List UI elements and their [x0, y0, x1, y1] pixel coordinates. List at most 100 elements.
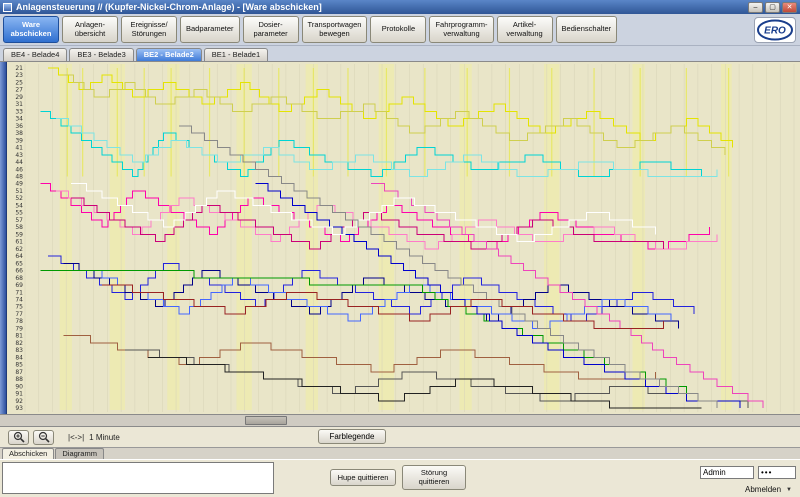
svg-text:54: 54 — [15, 202, 23, 209]
svg-text:79: 79 — [15, 325, 23, 332]
svg-text:43: 43 — [15, 152, 23, 159]
svg-text:64: 64 — [15, 253, 23, 260]
svg-text:36: 36 — [15, 123, 23, 130]
bottom-tab-bar: Abschicken Diagramm — [0, 447, 800, 459]
maximize-button[interactable]: ▢ — [765, 2, 780, 13]
scrollbar-thumb[interactable] — [245, 416, 287, 425]
gantt-chart: 2123252729313334363839414344464849515254… — [8, 62, 800, 414]
svg-text:33: 33 — [15, 108, 23, 115]
svg-text:77: 77 — [15, 311, 23, 318]
tab-abschicken[interactable]: Abschicken — [2, 448, 54, 459]
svg-text:87: 87 — [15, 369, 23, 376]
password-input[interactable]: ••• — [758, 466, 796, 479]
svg-text:62: 62 — [15, 246, 23, 253]
button-label: Bedienschalter — [562, 25, 612, 34]
abschicken-list[interactable] — [2, 462, 274, 494]
svg-text:31: 31 — [15, 101, 23, 108]
svg-text:39: 39 — [15, 137, 23, 144]
button-label: Ware abschicken — [11, 21, 52, 38]
svg-text:55: 55 — [15, 210, 23, 217]
svg-text:81: 81 — [15, 333, 23, 340]
bottom-panel: Hupe quittieren Störung quittieren Admin… — [0, 459, 800, 497]
svg-text:ERO: ERO — [764, 26, 786, 37]
logout-label: Abmelden — [745, 485, 781, 494]
zoom-out-icon — [38, 431, 50, 443]
svg-text:88: 88 — [15, 376, 23, 383]
svg-text:90: 90 — [15, 383, 23, 390]
stoerung-quittieren-button[interactable]: Störung quittieren — [402, 465, 466, 490]
tab-label: BE4 - Belade4 — [11, 50, 59, 59]
svg-text:57: 57 — [15, 217, 23, 224]
svg-text:92: 92 — [15, 398, 23, 405]
toolbar-button-ereignisse-stoerungen[interactable]: Ereignisse/ Störungen — [121, 16, 177, 43]
window-controls: – ▢ ✕ — [748, 2, 797, 13]
button-label: Anlagen- übersicht — [75, 21, 105, 38]
toolbar-button-badparameter[interactable]: Badparameter — [180, 16, 240, 43]
zoom-in-button[interactable] — [8, 430, 29, 445]
svg-text:71: 71 — [15, 289, 23, 296]
chart-area: 2123252729313334363839414344464849515254… — [0, 62, 800, 414]
svg-text:44: 44 — [15, 159, 23, 166]
window-title: Anlagensteuerung // (Kupfer-Nickel-Chrom… — [16, 2, 744, 12]
logout-button[interactable]: Abmelden ▼ — [745, 485, 792, 494]
svg-text:52: 52 — [15, 195, 23, 202]
svg-text:46: 46 — [15, 166, 23, 173]
svg-text:25: 25 — [15, 79, 23, 86]
svg-text:74: 74 — [15, 296, 23, 303]
zoom-out-button[interactable] — [33, 430, 54, 445]
tab-diagramm[interactable]: Diagramm — [55, 448, 104, 459]
title-bar: Anlagensteuerung // (Kupfer-Nickel-Chrom… — [0, 0, 800, 14]
tab-label: Diagramm — [62, 449, 97, 458]
main-toolbar: Ware abschicken Anlagen- übersicht Ereig… — [0, 14, 800, 46]
toolbar-button-transportwagen-bewegen[interactable]: Transportwagen bewegen — [302, 16, 368, 43]
svg-text:51: 51 — [15, 188, 23, 195]
close-button[interactable]: ✕ — [782, 2, 797, 13]
svg-text:61: 61 — [15, 239, 23, 246]
scale-label: 1 Minute — [89, 433, 120, 442]
svg-text:29: 29 — [15, 94, 23, 101]
toolbar-button-bedienschalter[interactable]: Bedienschalter — [556, 16, 618, 43]
svg-text:38: 38 — [15, 130, 23, 137]
svg-text:84: 84 — [15, 354, 23, 361]
hupe-quittieren-button[interactable]: Hupe quittieren — [330, 469, 396, 486]
svg-text:75: 75 — [15, 304, 23, 311]
toolbar-button-artikelverwaltung[interactable]: Artikel- verwaltung — [497, 16, 553, 43]
tab-be2-belade2[interactable]: BE2 - Belade2 — [136, 48, 202, 61]
user-select[interactable]: Admin — [700, 466, 754, 479]
svg-text:85: 85 — [15, 362, 23, 369]
ero-logo: ERO — [754, 17, 796, 43]
toolbar-button-anlagenuebersicht[interactable]: Anlagen- übersicht — [62, 16, 118, 43]
tab-be4-belade4[interactable]: BE4 - Belade4 — [3, 48, 67, 61]
tab-label: BE3 - Belade3 — [77, 50, 125, 59]
ero-logo-icon: ERO — [756, 18, 794, 42]
svg-text:21: 21 — [15, 65, 23, 72]
svg-text:34: 34 — [15, 116, 23, 123]
svg-text:66: 66 — [15, 268, 23, 275]
zoom-in-icon — [13, 431, 25, 443]
toolbar-button-dosierparameter[interactable]: Dosier- parameter — [243, 16, 299, 43]
toolbar-button-protokolle[interactable]: Protokolle — [370, 16, 426, 43]
svg-text:68: 68 — [15, 275, 23, 282]
svg-text:48: 48 — [15, 174, 23, 181]
chevron-down-icon: ▼ — [786, 487, 792, 493]
svg-text:27: 27 — [15, 87, 23, 94]
vertical-scrollbar[interactable] — [0, 62, 7, 414]
svg-text:93: 93 — [15, 405, 23, 412]
tab-be1-belade1[interactable]: BE1 - Belade1 — [204, 48, 268, 61]
button-label: Dosier- parameter — [253, 21, 287, 38]
button-label: Badparameter — [186, 25, 234, 34]
chart-controls: |<->| 1 Minute Farblegende — [0, 427, 800, 447]
horizontal-scrollbar[interactable] — [0, 414, 800, 427]
svg-text:23: 23 — [15, 72, 23, 79]
tab-label: Abschicken — [9, 449, 47, 458]
svg-text:58: 58 — [15, 224, 23, 231]
toolbar-button-fahrprogrammverwaltung[interactable]: Fahrprogramm- verwaltung — [429, 16, 493, 43]
tab-label: BE1 - Belade1 — [212, 50, 260, 59]
tab-be3-belade3[interactable]: BE3 - Belade3 — [69, 48, 133, 61]
tab-label: BE2 - Belade2 — [144, 50, 194, 59]
toolbar-button-ware-abschicken[interactable]: Ware abschicken — [3, 16, 59, 43]
minimize-button[interactable]: – — [748, 2, 763, 13]
farblegende-button[interactable]: Farblegende — [318, 429, 386, 444]
app-icon — [3, 3, 12, 12]
svg-text:91: 91 — [15, 391, 23, 398]
